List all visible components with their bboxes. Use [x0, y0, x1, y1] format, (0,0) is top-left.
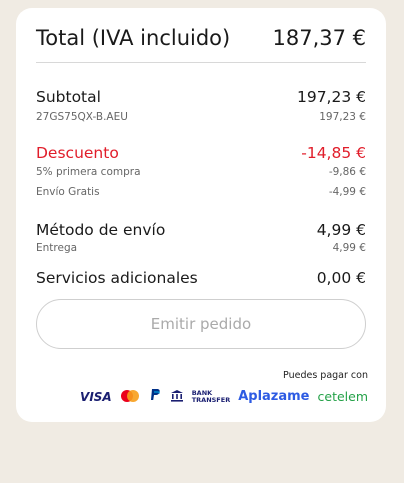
- shipping-sub-value: 4,99 €: [332, 242, 366, 254]
- total-value: 187,37 €: [272, 26, 366, 50]
- shipping-sub-row: Entrega 4,99 €: [36, 242, 366, 254]
- shipping-sub-label: Entrega: [36, 242, 78, 254]
- subtotal-value: 197,23 €: [296, 88, 366, 106]
- discount-value: -14,85 €: [301, 144, 366, 162]
- extras-value: 0,00 €: [316, 269, 366, 287]
- shipping-label: Método de envío: [36, 221, 166, 239]
- bank-transfer-logo: BANK TRANSFER: [191, 389, 231, 404]
- payment-note: Puedes pagar con: [283, 370, 368, 381]
- discount-item-row: Envío Gratis -4,99 €: [36, 186, 366, 198]
- discount-item-label: Envío Gratis: [36, 186, 100, 198]
- discount-item-value: -4,99 €: [328, 186, 366, 198]
- discount-item-row: 5% primera compra -9,86 €: [36, 166, 366, 178]
- mastercard-icon: [120, 387, 140, 406]
- extras-row: Servicios adicionales 0,00 €: [36, 269, 366, 287]
- shipping-row: Método de envío 4,99 €: [36, 221, 366, 239]
- bank-icon: [170, 387, 184, 406]
- shipping-value: 4,99 €: [316, 221, 366, 239]
- discount-item-value: -9,86 €: [328, 166, 366, 178]
- discount-item-label: 5% primera compra: [36, 166, 141, 178]
- aplazame-logo: Aplazame: [238, 389, 310, 404]
- item-value: 197,23 €: [319, 111, 366, 123]
- visa-logo: VISA: [80, 389, 112, 404]
- order-summary-card: Total (IVA incluido) 187,37 € Subtotal 1…: [16, 8, 386, 422]
- item-code: 27GS75QX-B.AEU: [36, 111, 128, 123]
- submit-order-button[interactable]: Emitir pedido: [36, 299, 366, 349]
- total-row: Total (IVA incluido) 187,37 €: [36, 26, 366, 63]
- total-label: Total (IVA incluido): [36, 26, 231, 50]
- subtotal-row: Subtotal 197,23 €: [36, 88, 366, 106]
- subtotal-label: Subtotal: [36, 88, 101, 106]
- bank-transfer-line: TRANSFER: [191, 395, 231, 404]
- payment-logos: VISA BANK TRANSFER Aplazame cetelem: [80, 387, 368, 406]
- discount-label: Descuento: [36, 144, 119, 162]
- discount-row: Descuento -14,85 €: [36, 144, 366, 162]
- paypal-icon: [148, 387, 162, 406]
- cetelem-logo: cetelem: [317, 389, 369, 404]
- extras-label: Servicios adicionales: [36, 269, 198, 287]
- subtotal-item-row: 27GS75QX-B.AEU 197,23 €: [36, 111, 366, 123]
